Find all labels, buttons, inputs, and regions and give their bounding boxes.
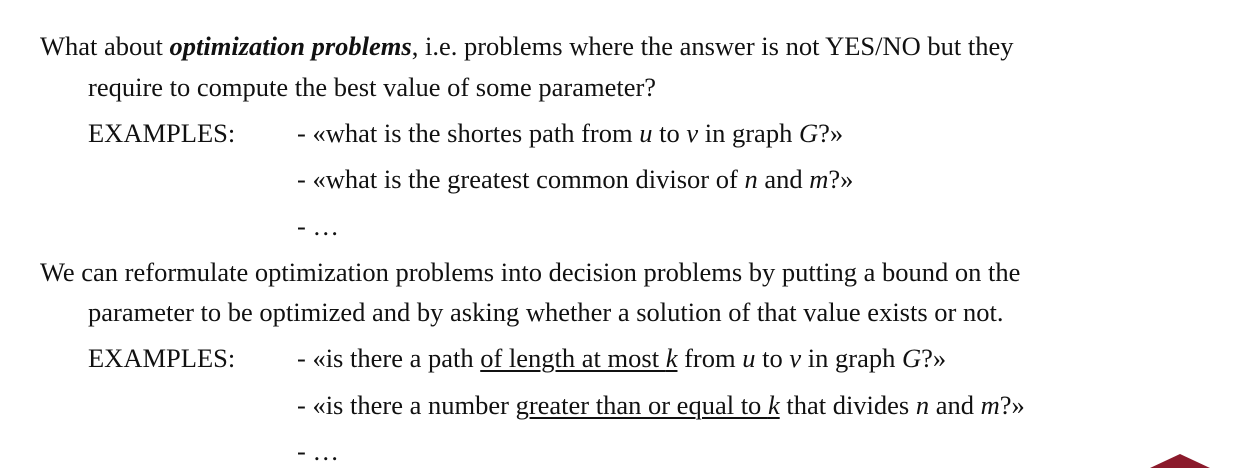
- example-ellipsis-2: - …: [297, 436, 339, 466]
- optimization-problems-term: optimization problems: [169, 31, 412, 61]
- example-shortest-path: - «what is the shortes path from u to v …: [297, 118, 844, 148]
- var-g: G: [901, 343, 922, 373]
- var-v: v: [789, 343, 802, 373]
- var-u: u: [742, 343, 756, 373]
- example-divisor-bound: - «is there a number greater than or equ…: [297, 390, 1025, 420]
- var-u: u: [639, 118, 653, 148]
- optimization-question: What about optimization problems, i.e. p…: [40, 33, 1014, 60]
- underlined-bound: greater than or equal to k: [515, 390, 780, 420]
- intro-suffix: , i.e. problems where the answer is not …: [411, 31, 1014, 61]
- example-path-bound: - «is there a path of length at most k f…: [297, 343, 947, 373]
- var-n: n: [744, 164, 758, 194]
- var-k: k: [665, 343, 678, 373]
- var-m: m: [809, 164, 829, 194]
- var-g: G: [798, 118, 819, 148]
- examples-label-2: EXAMPLES:: [88, 343, 236, 373]
- reformulation-continuation: parameter to be optimized and by asking …: [88, 297, 1004, 327]
- var-n: n: [915, 390, 930, 420]
- example-ellipsis-1: - …: [297, 211, 339, 241]
- reformulation-statement: We can reformulate optimization problems…: [40, 257, 1021, 287]
- example-gcd: - «what is the greatest common divisor o…: [297, 164, 854, 194]
- var-m: m: [980, 390, 1000, 420]
- examples-label-1: EXAMPLES:: [88, 118, 236, 148]
- underlined-bound: of length at most k: [480, 343, 678, 373]
- var-v: v: [686, 118, 699, 148]
- var-k: k: [767, 390, 780, 420]
- intro-prefix: What about: [40, 31, 170, 61]
- optimization-question-continuation: require to compute the best value of som…: [88, 72, 657, 102]
